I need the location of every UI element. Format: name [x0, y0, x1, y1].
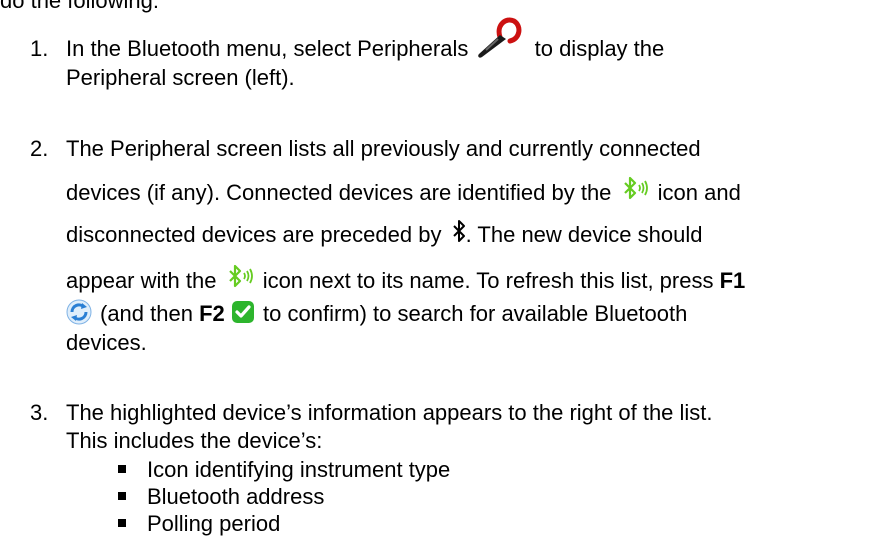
bullet-square	[118, 519, 126, 527]
intro-text: do the following:	[0, 0, 159, 13]
step-2-text-5a: (and then	[100, 301, 193, 326]
f2-key-label: F2	[199, 301, 225, 326]
f1-key-label: F1	[719, 268, 746, 293]
step-2-text-3b: . The new device should	[465, 222, 703, 247]
step-1-text-a: In the Bluetooth menu, select Peripheral…	[66, 36, 469, 61]
step-1-line-1: In the Bluetooth menu, select Peripheral…	[66, 17, 665, 62]
step-2-line-2: devices (if any). Connected devices are …	[66, 177, 741, 206]
step-2-line-4: appear with the icon next to its name. T…	[66, 265, 746, 294]
list-item-text: Bluetooth address	[147, 484, 325, 509]
step-2-line-6: devices.	[66, 330, 147, 355]
step-2-line-3: disconnected devices are preceded by . T…	[66, 219, 703, 248]
step-1-text-b: to display the	[534, 36, 665, 61]
clamp-meter-icon	[476, 17, 522, 61]
step-2-number: 2.	[30, 136, 49, 161]
bluetooth-connected-icon	[620, 176, 650, 202]
step-2-text-4b: icon next to its name. To refresh this l…	[262, 268, 714, 293]
step-3-number: 3.	[30, 400, 49, 425]
step-1-line-2: Peripheral screen (left).	[66, 65, 295, 90]
bluetooth-disconnected-icon	[452, 219, 466, 245]
list-item: Polling period	[118, 510, 450, 537]
step-2-text-5b: to confirm) to search for available Blue…	[263, 301, 688, 326]
step-3-line-1: The highlighted device’s information app…	[66, 400, 713, 425]
list-item-text: Icon identifying instrument type	[147, 457, 451, 482]
refresh-icon	[66, 299, 92, 325]
bluetooth-connected-icon	[225, 264, 255, 290]
step-2-text-4a: appear with the	[66, 268, 217, 293]
step-2-text-2b: icon and	[657, 180, 741, 205]
step-2-line-1: The Peripheral screen lists all previous…	[66, 136, 701, 161]
step-2-line-5: (and then F2 to confirm) to search for a…	[66, 299, 688, 327]
step-2-text-2a: devices (if any). Connected devices are …	[66, 180, 612, 205]
list-item-text: Polling period	[147, 511, 281, 536]
list-item: Bluetooth address	[118, 483, 450, 510]
step-3-line-2: This includes the device’s:	[66, 428, 323, 453]
checkmark-icon	[231, 300, 255, 324]
list-item: Icon identifying instrument type	[118, 456, 450, 483]
step-1-number: 1.	[30, 36, 49, 61]
step-2-text-3a: disconnected devices are preceded by	[66, 222, 442, 247]
device-info-list: Icon identifying instrument type Bluetoo…	[118, 456, 450, 537]
bullet-square	[118, 465, 126, 473]
bullet-square	[118, 492, 126, 500]
